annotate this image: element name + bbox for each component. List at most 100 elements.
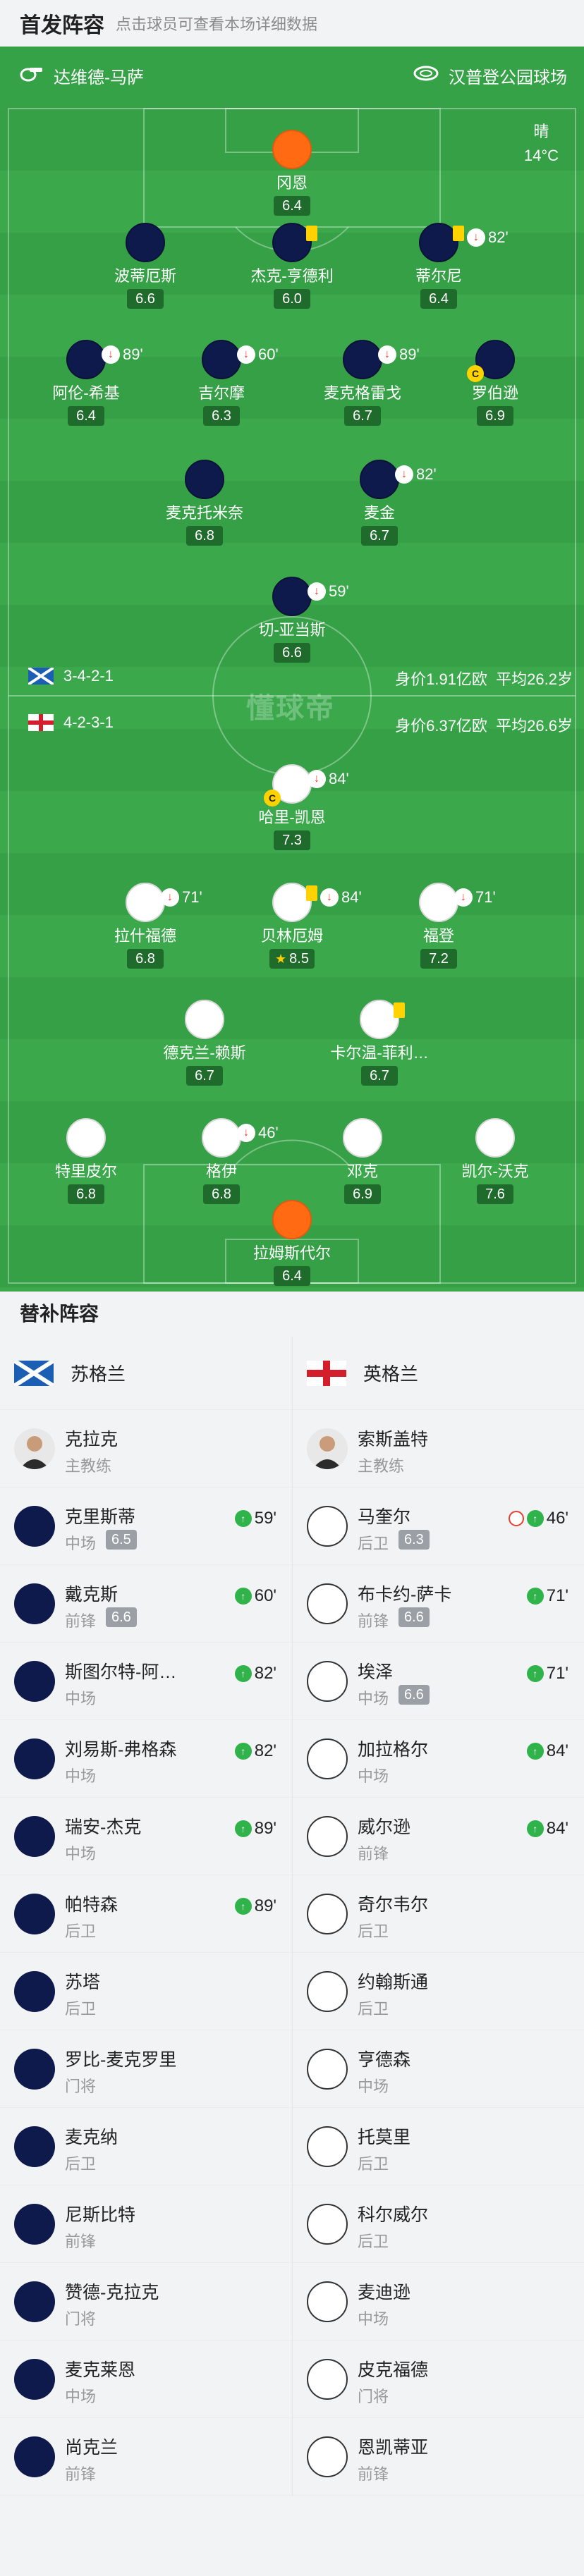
- sub-off-icon: ↓: [320, 888, 339, 907]
- sub-row[interactable]: 科尔威尔 后卫: [293, 2185, 584, 2263]
- player-rating-value: 6.4: [282, 198, 302, 214]
- player-kit: ↓ 89': [66, 340, 143, 379]
- sub-row[interactable]: 亨德森 中场: [293, 2030, 584, 2108]
- sub-name: 克拉克: [65, 1430, 118, 1449]
- coach-avatar: [307, 1428, 348, 1469]
- player-marker[interactable]: 拉姆斯代尔 6.4: [207, 1200, 377, 1286]
- home-team-row: 苏格兰: [0, 1337, 292, 1410]
- player-marker[interactable]: 麦克托米奈 6.8: [120, 460, 289, 546]
- player-name: 切-亚当斯: [258, 621, 326, 639]
- player-marker[interactable]: ↓ 82' 蒂尔尼 6.4: [354, 223, 523, 309]
- sub-row[interactable]: 瑞安-杰克 中场 ↑ 89': [0, 1798, 292, 1875]
- sub-position: 前锋: [65, 1612, 97, 1630]
- sub-row[interactable]: 尼斯比特 前锋: [0, 2185, 292, 2263]
- player-rating: 6.8: [127, 949, 164, 969]
- player-marker[interactable]: 冈恩 6.4: [207, 130, 377, 216]
- player-name: 麦克托米奈: [165, 504, 243, 522]
- player-marker[interactable]: ↓ 71' 福登 7.2: [354, 883, 523, 969]
- player-kit: [475, 1118, 515, 1158]
- sub-position: 中场: [65, 1845, 97, 1863]
- player-rating: 6.6: [274, 643, 310, 663]
- player-marker[interactable]: ↓ 59' 切-亚当斯 6.6: [207, 577, 377, 663]
- player-kit-icon: [307, 1816, 348, 1857]
- player-marker[interactable]: ↓ 82' 麦金 6.7: [295, 460, 464, 546]
- sub-row[interactable]: 赞德-克拉克 门将: [0, 2263, 292, 2341]
- sub-position: 后卫: [65, 2155, 97, 2173]
- sub-on-badge: ↑ 82': [234, 1741, 276, 1761]
- player-kit-icon: [307, 2281, 348, 2322]
- sub-row[interactable]: 加拉格尔 中场 ↑ 84': [293, 1720, 584, 1798]
- sub-row[interactable]: 麦克莱恩 中场: [0, 2341, 292, 2418]
- sub-row[interactable]: 戴克斯 前锋 6.6 ↑ 60': [0, 1565, 292, 1643]
- sub-row[interactable]: 皮克福德 门将: [293, 2341, 584, 2418]
- sub-row[interactable]: 苏塔 后卫: [0, 1953, 292, 2030]
- coach-row[interactable]: 索斯盖特 主教练: [293, 1410, 584, 1488]
- player-marker[interactable]: ↓ 84' 贝林厄姆 ★ 8.5: [207, 883, 377, 969]
- sub-name: 埃泽: [358, 1662, 394, 1682]
- player-kit: [185, 460, 224, 499]
- sub-position: 门将: [358, 2388, 389, 2405]
- sub-position: 后卫: [358, 1922, 389, 1940]
- sub-row[interactable]: 威尔逊 前锋 ↑ 84': [293, 1798, 584, 1875]
- player-kit-icon: [307, 2436, 348, 2477]
- sub-row[interactable]: 麦克纳 后卫: [0, 2108, 292, 2185]
- sub-position: 主教练: [65, 1457, 112, 1475]
- sub-row[interactable]: 克里斯蒂 中场 6.5 ↑ 59': [0, 1488, 292, 1565]
- player-kit-icon: [14, 2049, 55, 2090]
- player-rating-value: 6.8: [76, 1186, 96, 1202]
- sub-on-badge: ↑ 46': [508, 1509, 568, 1528]
- sub-on-icon: ↑: [526, 1820, 544, 1837]
- sub-name: 尚克兰: [65, 2438, 118, 2458]
- player-marker[interactable]: 卡尔温-菲利… 6.7: [295, 1000, 464, 1086]
- player-marker[interactable]: ↓ 71' 拉什福德 6.8: [61, 883, 230, 969]
- player-marker[interactable]: ↓ 84' C 哈里-凯恩 7.3: [207, 764, 377, 850]
- player-kit-icon: [419, 883, 458, 922]
- player-name: 卡尔温-菲利…: [330, 1044, 429, 1062]
- sub-row[interactable]: 埃泽 中场 6.6 ↑ 71': [293, 1643, 584, 1720]
- sub-row[interactable]: 布卡约-萨卡 前锋 6.6 ↑ 71': [293, 1565, 584, 1643]
- player-marker[interactable]: 德克兰-赖斯 6.7: [120, 1000, 289, 1086]
- lineup-header: 首发阵容 点击球员可查看本场详细数据: [0, 0, 584, 47]
- sub-on-badge: ↑ 89': [234, 1819, 276, 1839]
- sub-on-badge: ↑ 84': [526, 1741, 568, 1761]
- sub-row[interactable]: 麦迪逊 中场: [293, 2263, 584, 2341]
- sub-off-icon: ↓: [237, 345, 255, 364]
- player-marker[interactable]: 杰克-亨德利 6.0: [207, 223, 377, 309]
- player-kit: [272, 223, 317, 262]
- sub-row[interactable]: 罗比-麦克罗里 门将: [0, 2030, 292, 2108]
- player-kit-icon: [307, 1894, 348, 1934]
- player-name: 哈里-凯恩: [258, 809, 326, 826]
- scotland-flag-icon: [27, 666, 55, 686]
- sub-on-minute: 71': [546, 1586, 568, 1605]
- sub-position: 中场: [358, 1767, 389, 1785]
- player-kit-icon: [272, 130, 312, 169]
- player-kit: ↓ 82': [360, 460, 437, 499]
- player-marker[interactable]: 凯尔-沃克 7.6: [410, 1118, 580, 1204]
- england-age: 平均26.6岁: [496, 717, 573, 735]
- away-team-row: 英格兰: [293, 1337, 584, 1410]
- sub-off-minute: 46': [258, 1124, 279, 1141]
- player-kit: [66, 1118, 106, 1158]
- player-kit: ↓ 82': [419, 223, 509, 262]
- sub-row[interactable]: 刘易斯-弗格森 中场 ↑ 82': [0, 1720, 292, 1798]
- sub-off-badge: ↓ 60': [237, 345, 279, 364]
- sub-name: 奇尔韦尔: [358, 1895, 429, 1915]
- sub-off-badge: ↓ 82': [467, 228, 509, 247]
- sub-off-badge: ↓ 46': [237, 1124, 279, 1142]
- sub-row[interactable]: 恩凯蒂亚 前锋: [293, 2418, 584, 2496]
- player-kit-icon: [14, 2204, 55, 2245]
- sub-row[interactable]: 斯图尔特-阿… 中场 ↑ 82': [0, 1643, 292, 1720]
- sub-row[interactable]: 约翰斯通 后卫: [293, 1953, 584, 2030]
- sub-name: 托莫里: [358, 2128, 411, 2147]
- sub-row[interactable]: 托莫里 后卫: [293, 2108, 584, 2185]
- sub-row[interactable]: 奇尔韦尔 后卫: [293, 1875, 584, 1953]
- player-marker[interactable]: C 罗伯逊 6.9: [410, 340, 580, 426]
- coach-avatar: [14, 1428, 55, 1469]
- sub-row[interactable]: 马奎尔 后卫 6.3 ↑ 46': [293, 1488, 584, 1565]
- player-marker[interactable]: 波蒂厄斯 6.6: [61, 223, 230, 309]
- coach-row[interactable]: 克拉克 主教练: [0, 1410, 292, 1488]
- sub-row[interactable]: 尚克兰 前锋: [0, 2418, 292, 2496]
- sub-row[interactable]: 帕特森 后卫 ↑ 89': [0, 1875, 292, 1953]
- player-kit-icon: [66, 340, 106, 379]
- pitch: 达维德-马萨 汉普登公园球场 晴 14°C 懂球帝 3-4-2-1 身价1.91…: [0, 47, 584, 1292]
